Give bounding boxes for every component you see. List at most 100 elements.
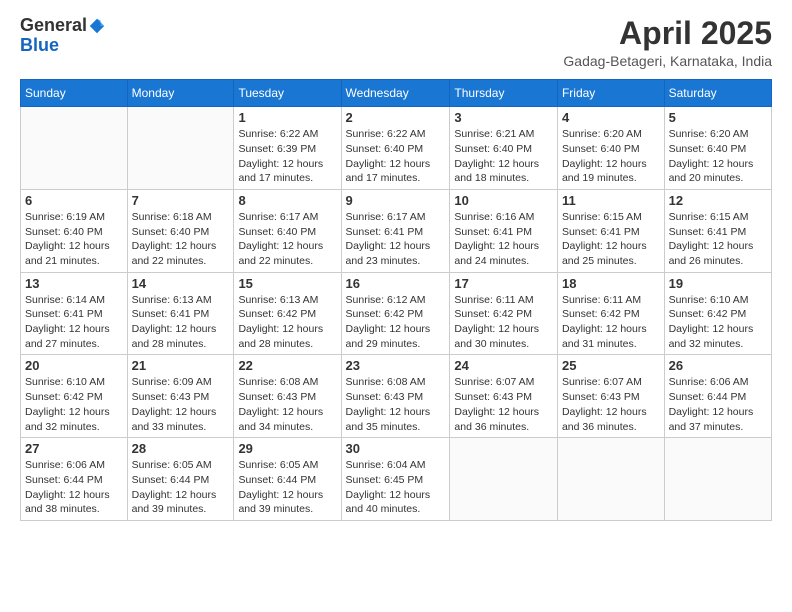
table-row: 9 Sunrise: 6:17 AM Sunset: 6:41 PM Daylig… (341, 189, 450, 272)
table-row: 19 Sunrise: 6:10 AM Sunset: 6:42 PM Dayli… (664, 272, 771, 355)
day-number: 9 (346, 193, 446, 208)
day-info: Sunrise: 6:17 AM Sunset: 6:40 PM Dayligh… (238, 210, 336, 269)
day-info: Sunrise: 6:06 AM Sunset: 6:44 PM Dayligh… (25, 458, 123, 517)
table-row: 25 Sunrise: 6:07 AM Sunset: 6:43 PM Dayli… (557, 355, 664, 438)
day-number: 6 (25, 193, 123, 208)
table-row: 16Sunrise: 6:12 AM Sunset: 6:42 PM Dayli… (341, 272, 450, 355)
header: General Blue April 2025 Gadag-Betageri, … (20, 16, 772, 69)
day-info: Sunrise: 6:08 AM Sunset: 6:43 PM Dayligh… (238, 375, 336, 434)
day-number: 19 (669, 276, 767, 291)
table-row: 21 Sunrise: 6:09 AM Sunset: 6:43 PM Dayli… (127, 355, 234, 438)
col-friday: Friday (557, 80, 664, 107)
day-number: 25 (562, 358, 660, 373)
col-tuesday: Tuesday (234, 80, 341, 107)
day-number: 26 (669, 358, 767, 373)
day-number: 20 (25, 358, 123, 373)
day-info: Sunrise: 6:22 AM Sunset: 6:39 PM Dayligh… (238, 127, 336, 186)
day-info: Sunrise: 6:13 AM Sunset: 6:42 PM Dayligh… (238, 293, 336, 352)
table-row: 1Sunrise: 6:22 AM Sunset: 6:39 PM Daylig… (234, 107, 341, 190)
location: Gadag-Betageri, Karnataka, India (563, 53, 772, 69)
day-number: 5 (669, 110, 767, 125)
day-number: 17 (454, 276, 553, 291)
table-row: 10 Sunrise: 6:16 AM Sunset: 6:41 PM Dayli… (450, 189, 558, 272)
page: General Blue April 2025 Gadag-Betageri, … (0, 0, 792, 612)
table-row: 6Sunrise: 6:19 AM Sunset: 6:40 PM Daylig… (21, 189, 128, 272)
day-number: 28 (132, 441, 230, 456)
day-info: Sunrise: 6:20 AM Sunset: 6:40 PM Dayligh… (669, 127, 767, 186)
table-row: 12Sunrise: 6:15 AM Sunset: 6:41 PM Dayli… (664, 189, 771, 272)
col-saturday: Saturday (664, 80, 771, 107)
col-wednesday: Wednesday (341, 80, 450, 107)
table-row: 20 Sunrise: 6:10 AM Sunset: 6:42 PM Dayli… (21, 355, 128, 438)
day-number: 18 (562, 276, 660, 291)
table-row: 29Sunrise: 6:05 AM Sunset: 6:44 PM Dayli… (234, 438, 341, 521)
day-info: Sunrise: 6:06 AM Sunset: 6:44 PM Dayligh… (669, 375, 767, 434)
day-number: 27 (25, 441, 123, 456)
table-row: 4Sunrise: 6:20 AM Sunset: 6:40 PM Daylig… (557, 107, 664, 190)
table-row: 13 Sunrise: 6:14 AM Sunset: 6:41 PM Dayli… (21, 272, 128, 355)
day-info: Sunrise: 6:22 AM Sunset: 6:40 PM Dayligh… (346, 127, 446, 186)
day-info: Sunrise: 6:05 AM Sunset: 6:44 PM Dayligh… (238, 458, 336, 517)
logo-blue-text: Blue (20, 35, 59, 55)
table-row: 17 Sunrise: 6:11 AM Sunset: 6:42 PM Dayli… (450, 272, 558, 355)
day-info: Sunrise: 6:15 AM Sunset: 6:41 PM Dayligh… (562, 210, 660, 269)
day-number: 23 (346, 358, 446, 373)
day-info: Sunrise: 6:21 AM Sunset: 6:40 PM Dayligh… (454, 127, 553, 186)
day-info: Sunrise: 6:17 AM Sunset: 6:41 PM Dayligh… (346, 210, 446, 269)
day-number: 21 (132, 358, 230, 373)
col-thursday: Thursday (450, 80, 558, 107)
calendar-header-row: Sunday Monday Tuesday Wednesday Thursday… (21, 80, 772, 107)
calendar-week-row: 1Sunrise: 6:22 AM Sunset: 6:39 PM Daylig… (21, 107, 772, 190)
day-number: 10 (454, 193, 553, 208)
calendar-week-row: 20 Sunrise: 6:10 AM Sunset: 6:42 PM Dayli… (21, 355, 772, 438)
day-info: Sunrise: 6:16 AM Sunset: 6:41 PM Dayligh… (454, 210, 553, 269)
day-number: 16 (346, 276, 446, 291)
day-number: 30 (346, 441, 446, 456)
day-number: 3 (454, 110, 553, 125)
table-row: 3 Sunrise: 6:21 AM Sunset: 6:40 PM Daylig… (450, 107, 558, 190)
day-info: Sunrise: 6:20 AM Sunset: 6:40 PM Dayligh… (562, 127, 660, 186)
day-number: 14 (132, 276, 230, 291)
table-row: 26 Sunrise: 6:06 AM Sunset: 6:44 PM Dayli… (664, 355, 771, 438)
day-number: 24 (454, 358, 553, 373)
day-number: 7 (132, 193, 230, 208)
day-info: Sunrise: 6:10 AM Sunset: 6:42 PM Dayligh… (669, 293, 767, 352)
table-row (127, 107, 234, 190)
day-info: Sunrise: 6:05 AM Sunset: 6:44 PM Dayligh… (132, 458, 230, 517)
month-title: April 2025 (563, 16, 772, 51)
table-row: 5 Sunrise: 6:20 AM Sunset: 6:40 PM Daylig… (664, 107, 771, 190)
table-row: 30 Sunrise: 6:04 AM Sunset: 6:45 PM Dayli… (341, 438, 450, 521)
day-info: Sunrise: 6:07 AM Sunset: 6:43 PM Dayligh… (454, 375, 553, 434)
table-row: 28 Sunrise: 6:05 AM Sunset: 6:44 PM Dayli… (127, 438, 234, 521)
table-row: 18Sunrise: 6:11 AM Sunset: 6:42 PM Dayli… (557, 272, 664, 355)
day-info: Sunrise: 6:13 AM Sunset: 6:41 PM Dayligh… (132, 293, 230, 352)
day-info: Sunrise: 6:10 AM Sunset: 6:42 PM Dayligh… (25, 375, 123, 434)
calendar-table: Sunday Monday Tuesday Wednesday Thursday… (20, 79, 772, 521)
day-info: Sunrise: 6:14 AM Sunset: 6:41 PM Dayligh… (25, 293, 123, 352)
day-number: 11 (562, 193, 660, 208)
calendar-week-row: 27 Sunrise: 6:06 AM Sunset: 6:44 PM Dayli… (21, 438, 772, 521)
logo-icon (88, 17, 106, 35)
table-row: 23 Sunrise: 6:08 AM Sunset: 6:43 PM Dayli… (341, 355, 450, 438)
day-info: Sunrise: 6:09 AM Sunset: 6:43 PM Dayligh… (132, 375, 230, 434)
calendar-week-row: 6Sunrise: 6:19 AM Sunset: 6:40 PM Daylig… (21, 189, 772, 272)
table-row (21, 107, 128, 190)
day-info: Sunrise: 6:11 AM Sunset: 6:42 PM Dayligh… (454, 293, 553, 352)
table-row (664, 438, 771, 521)
day-number: 15 (238, 276, 336, 291)
logo: General Blue (20, 16, 107, 56)
day-number: 22 (238, 358, 336, 373)
title-block: April 2025 Gadag-Betageri, Karnataka, In… (563, 16, 772, 69)
day-info: Sunrise: 6:08 AM Sunset: 6:43 PM Dayligh… (346, 375, 446, 434)
day-number: 12 (669, 193, 767, 208)
day-info: Sunrise: 6:18 AM Sunset: 6:40 PM Dayligh… (132, 210, 230, 269)
col-monday: Monday (127, 80, 234, 107)
table-row: 27 Sunrise: 6:06 AM Sunset: 6:44 PM Dayli… (21, 438, 128, 521)
calendar-week-row: 13 Sunrise: 6:14 AM Sunset: 6:41 PM Dayli… (21, 272, 772, 355)
day-info: Sunrise: 6:04 AM Sunset: 6:45 PM Dayligh… (346, 458, 446, 517)
logo-general-text: General (20, 16, 87, 36)
day-info: Sunrise: 6:07 AM Sunset: 6:43 PM Dayligh… (562, 375, 660, 434)
table-row: 24 Sunrise: 6:07 AM Sunset: 6:43 PM Dayli… (450, 355, 558, 438)
day-number: 13 (25, 276, 123, 291)
table-row: 7 Sunrise: 6:18 AM Sunset: 6:40 PM Daylig… (127, 189, 234, 272)
